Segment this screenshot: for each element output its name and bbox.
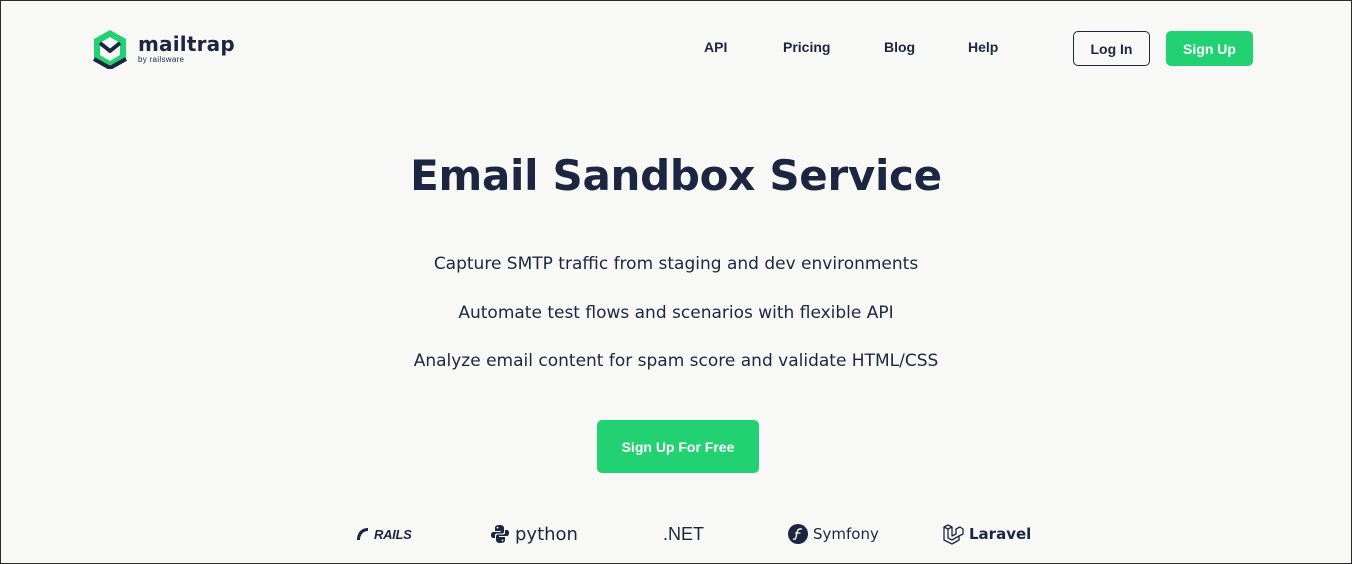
page-title: Email Sandbox Service — [410, 151, 942, 200]
laravel-logo: Laravel — [942, 519, 1031, 549]
signup-button[interactable]: Sign Up — [1166, 31, 1253, 66]
framework-name: Symfony — [813, 525, 879, 543]
laravel-icon — [943, 524, 964, 545]
nav-link-api[interactable]: API — [704, 39, 727, 55]
feature-text: Capture SMTP traffic from staging and de… — [433, 254, 919, 274]
dotnet-logo: .NET — [663, 519, 704, 549]
nav-link-pricing[interactable]: Pricing — [783, 39, 830, 55]
symfony-logo: Symfony — [788, 519, 879, 549]
signup-free-button[interactable]: Sign Up For Free — [597, 420, 759, 473]
feature-text: Analyze email content for spam score and… — [413, 351, 939, 371]
mailtrap-logo-icon — [93, 30, 127, 69]
framework-name: .NET — [663, 523, 705, 544]
mailtrap-logo[interactable]: mailtrap by railsware — [92, 29, 235, 69]
rails-icon — [357, 528, 368, 540]
framework-name: RAILS — [374, 526, 412, 542]
python-logo: python — [490, 519, 578, 549]
feature-text: Automate test flows and scenarios with f… — [458, 303, 894, 323]
rails-logo: RAILS — [355, 519, 412, 549]
brand-tagline: by railsware — [138, 55, 185, 64]
nav-link-blog[interactable]: Blog — [884, 39, 915, 55]
symfony-icon — [788, 524, 808, 544]
logo-text: mailtrap by railsware — [138, 34, 235, 64]
framework-name: Laravel — [969, 525, 1032, 543]
nav-link-help[interactable]: Help — [968, 39, 998, 55]
top-navigation: mailtrap by railsware API Pricing Blog H… — [1, 1, 1351, 95]
python-icon — [491, 525, 509, 543]
framework-name: python — [515, 523, 578, 545]
brand-name: mailtrap — [138, 32, 235, 56]
login-button[interactable]: Log In — [1073, 31, 1150, 66]
